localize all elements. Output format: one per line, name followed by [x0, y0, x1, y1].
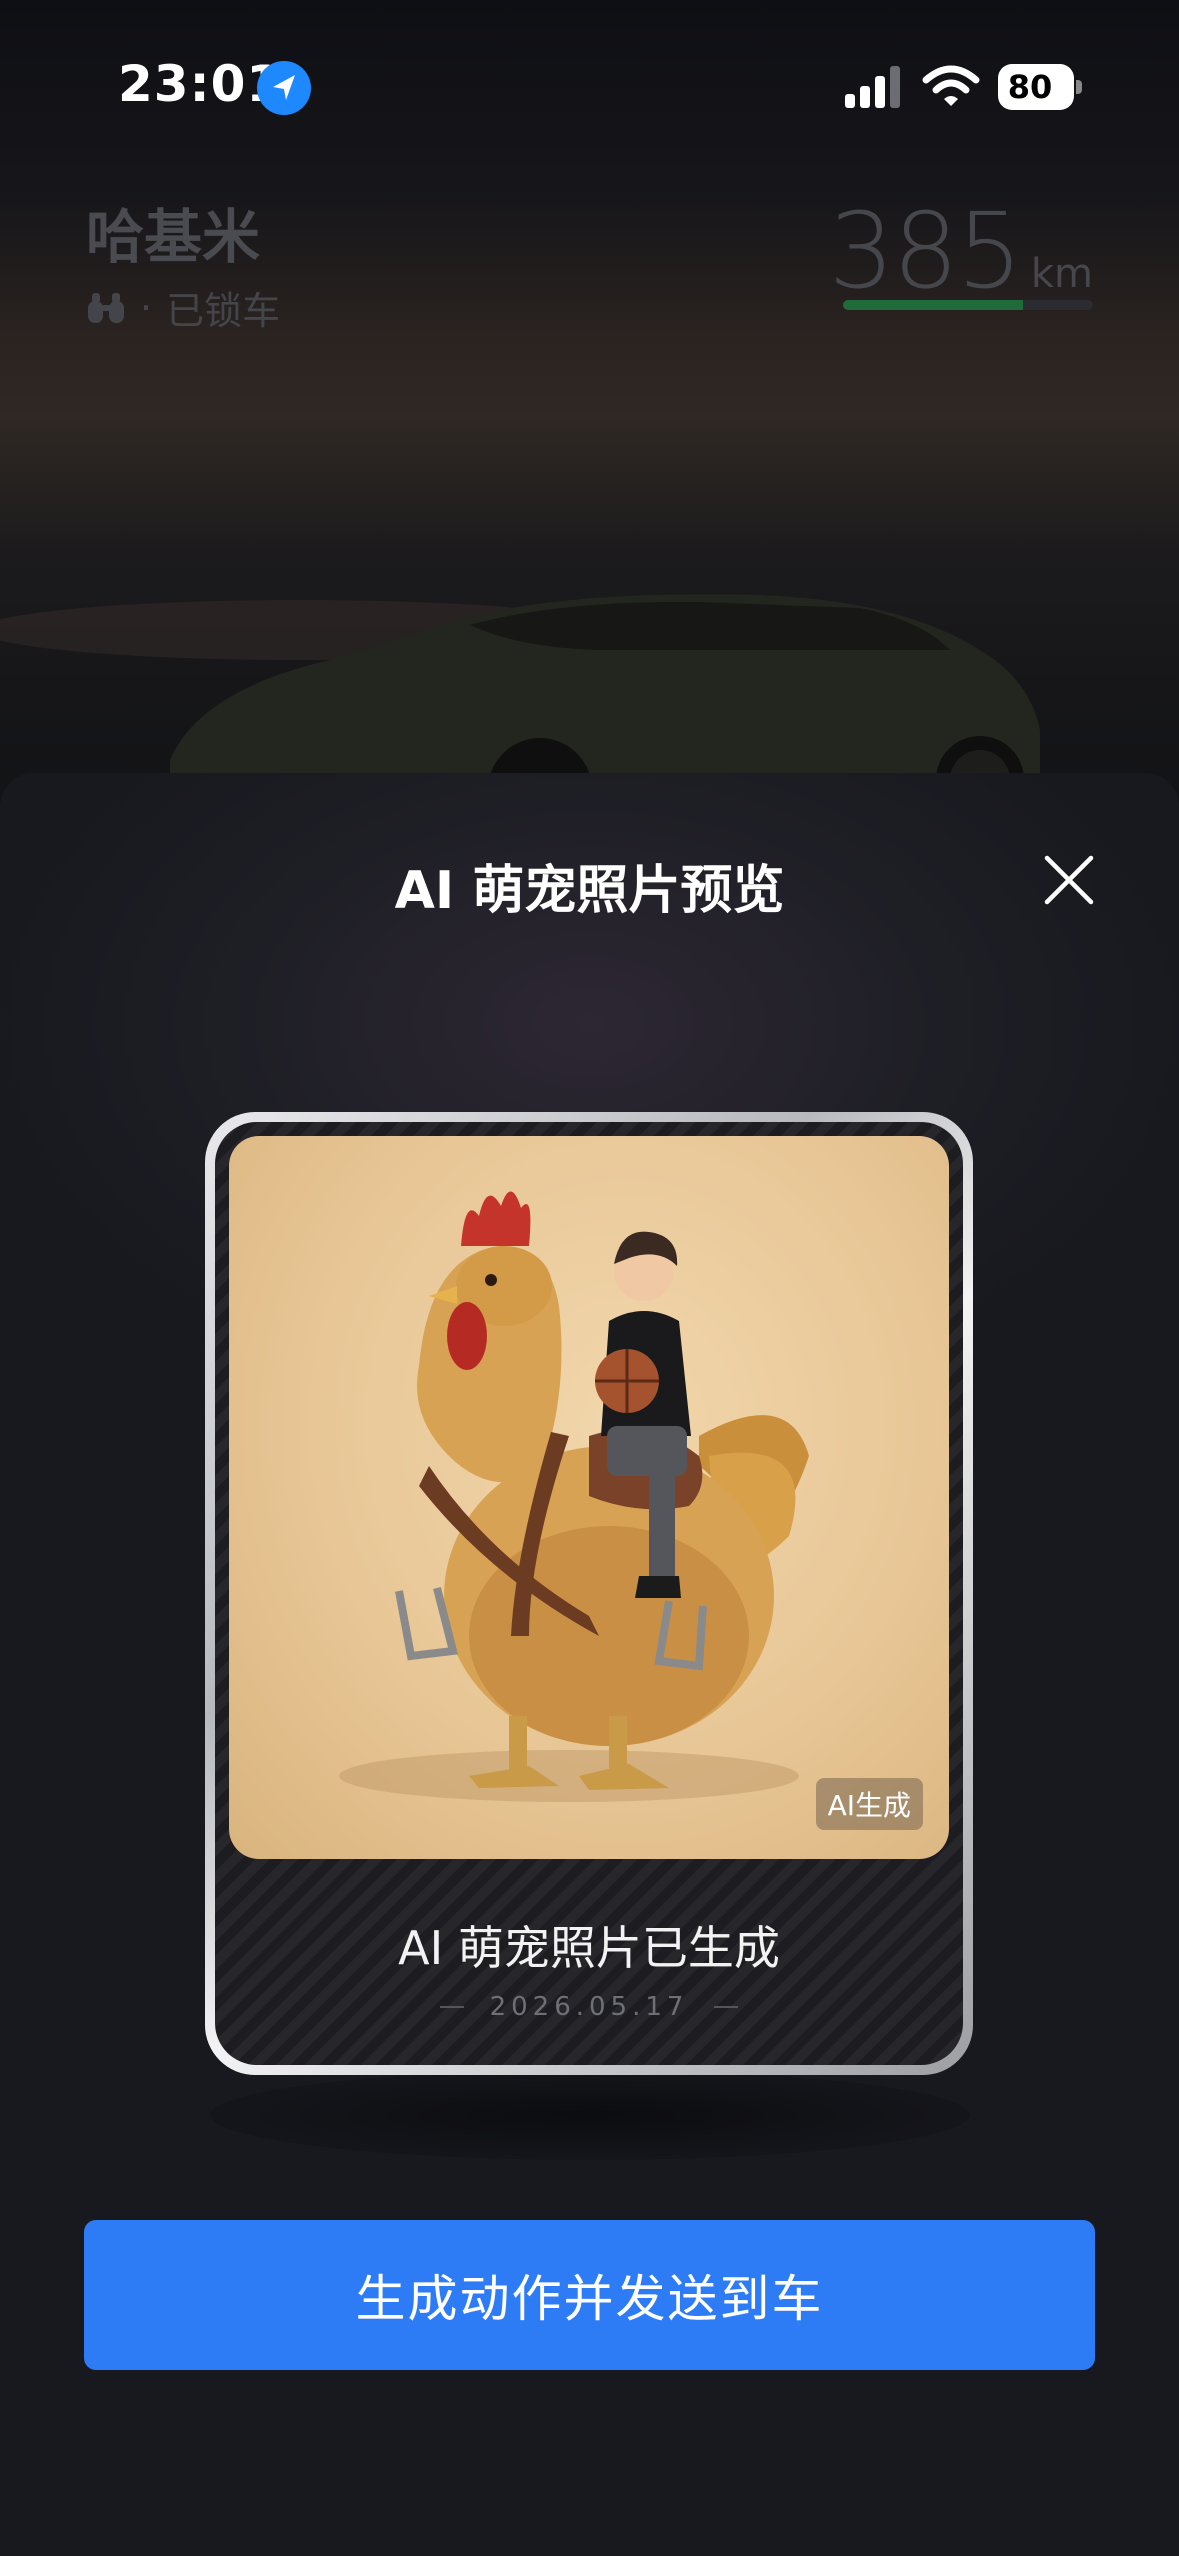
wifi-icon — [922, 65, 980, 106]
binoculars-icon — [88, 292, 124, 323]
range-unit: km — [1030, 251, 1093, 297]
card-inner: AI生成 AI 萌宠照片已生成 2026.05.17 — [215, 1122, 963, 2065]
close-icon[interactable] — [1043, 854, 1095, 906]
sheet-title: AI 萌宠照片预览 — [394, 861, 785, 921]
date-dash-right — [714, 2006, 739, 2008]
status-bar: 23:01 80 — [0, 0, 1179, 175]
ai-pet-photo-card: AI生成 AI 萌宠照片已生成 2026.05.17 — [205, 1112, 973, 2075]
card-shadow — [210, 2070, 970, 2160]
range-bar — [843, 300, 1093, 310]
separator-dot: · — [140, 285, 153, 330]
vehicle-name: 哈基米 — [86, 203, 261, 271]
date-dash-left — [439, 2006, 464, 2008]
card-date-row: 2026.05.17 — [215, 1992, 963, 2022]
range-value: 385 — [828, 190, 1023, 312]
battery-percent: 80 — [1007, 68, 1053, 106]
lock-status-text: 已锁车 — [166, 289, 281, 333]
generate-and-send-button[interactable]: 生成动作并发送到车 — [84, 2220, 1095, 2370]
cellular-signal-icon — [845, 66, 900, 108]
lock-status-row: · 已锁车 — [86, 280, 280, 335]
range-display: 385 km — [828, 190, 1093, 312]
rooster-rider-illustration — [339, 1191, 809, 1802]
ai-generated-badge: AI生成 — [815, 1778, 923, 1830]
location-arrow-icon — [257, 61, 311, 115]
vehicle-home-background: 23:01 80 哈基米 · 已锁车 385 km — [0, 0, 1179, 800]
card-date: 2026.05.17 — [489, 1992, 689, 2022]
card-caption: AI 萌宠照片已生成 — [398, 1921, 780, 1975]
car-image — [0, 594, 1040, 800]
range-bar-fill — [843, 300, 1023, 310]
battery-charging-icon: 80 — [998, 64, 1082, 110]
ai-generated-photo: AI生成 — [229, 1136, 949, 1859]
